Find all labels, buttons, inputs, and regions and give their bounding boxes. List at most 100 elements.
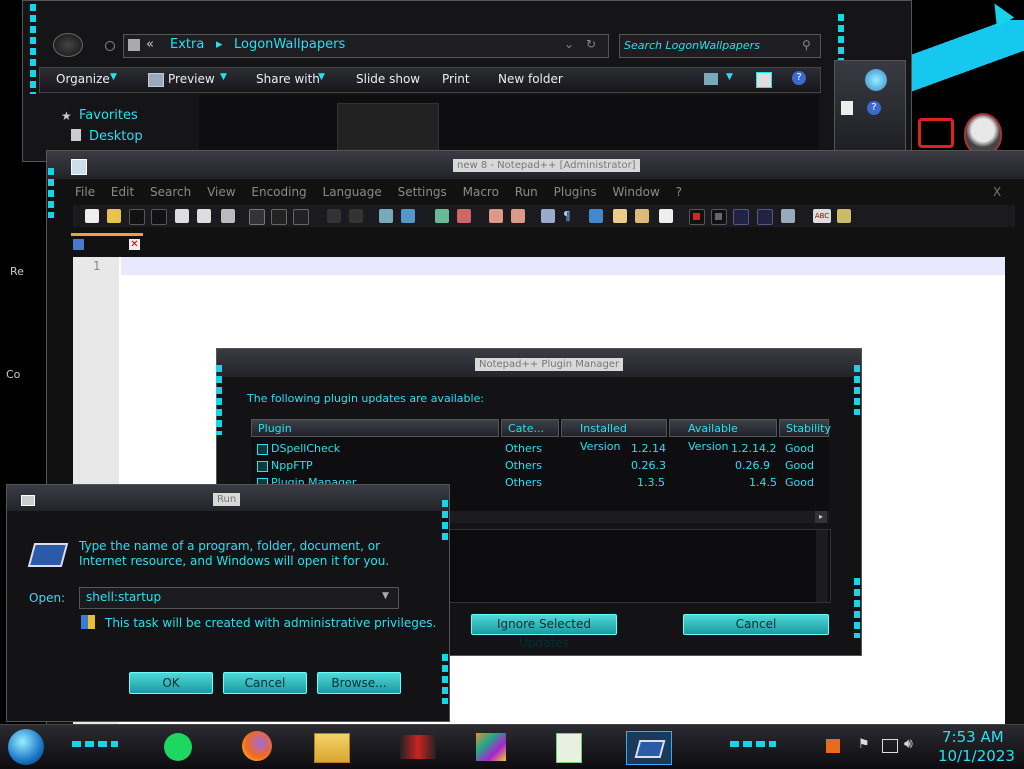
scroll-right-icon[interactable]: ▸ <box>815 511 827 523</box>
extra-shell-icon[interactable] <box>865 69 887 91</box>
notepad-tab[interactable]: ✕ <box>71 233 143 254</box>
volume-icon[interactable]: 🔊︎ <box>904 736 913 752</box>
run-macro-multiple-icon[interactable] <box>757 209 773 225</box>
column-header-plugin[interactable]: Plugin <box>251 419 499 437</box>
play-macro-icon[interactable] <box>733 209 749 225</box>
redo-icon[interactable] <box>349 209 363 223</box>
menu-file[interactable]: File <box>75 185 95 199</box>
save-icon[interactable] <box>129 209 145 225</box>
extra-help-icon[interactable]: ? <box>867 101 881 115</box>
share-with-button[interactable]: Share with <box>256 72 320 86</box>
run-cancel-button[interactable]: Cancel <box>223 672 307 694</box>
firefox-icon[interactable] <box>242 731 272 761</box>
plugin-checkbox[interactable] <box>257 444 268 455</box>
new-folder-button[interactable]: New folder <box>498 72 563 86</box>
menu-plugins[interactable]: Plugins <box>554 185 597 199</box>
search-icon[interactable]: ⚲ <box>802 38 811 52</box>
plugin-cancel-button[interactable]: Cancel <box>683 614 829 635</box>
address-bar[interactable]: « Extra ▸ LogonWallpapers ⌄ ↻ <box>123 34 609 58</box>
menu-help[interactable]: ? <box>676 185 682 199</box>
menu-run[interactable]: Run <box>515 185 538 199</box>
description-scrollbar[interactable] <box>816 530 828 602</box>
column-header-available[interactable]: Available Version <box>669 419 777 453</box>
preview-pane-icon[interactable] <box>756 72 772 88</box>
image-app-icon[interactable] <box>476 733 506 761</box>
sync-horizontal-icon[interactable] <box>511 209 525 223</box>
spellcheck-icon[interactable]: ABC <box>813 209 831 223</box>
replace-icon[interactable] <box>401 209 415 223</box>
close-all-icon[interactable] <box>197 209 211 223</box>
user-lang-icon[interactable] <box>613 209 627 223</box>
breadcrumb-overflow[interactable]: « <box>146 37 154 52</box>
preview-button[interactable]: Preview <box>168 72 215 86</box>
chevron-down-icon[interactable]: ▼ <box>382 591 389 601</box>
nav-desktop[interactable]: Desktop <box>89 129 143 144</box>
file-explorer-icon[interactable] <box>314 733 350 763</box>
notepadpp-taskbar-icon[interactable] <box>556 733 582 763</box>
show-all-chars-icon[interactable]: ¶ <box>563 209 577 223</box>
menu-settings[interactable]: Settings <box>398 185 447 199</box>
menu-view[interactable]: View <box>207 185 235 199</box>
menu-macro[interactable]: Macro <box>463 185 499 199</box>
chevron-down-icon[interactable]: ⌄ <box>564 37 574 51</box>
doc-map-icon[interactable] <box>635 209 649 223</box>
stop-macro-icon[interactable] <box>711 209 727 225</box>
search-input[interactable]: Search LogonWallpapers ⚲ <box>619 34 821 58</box>
paste-icon[interactable] <box>293 209 309 225</box>
zoom-out-icon[interactable] <box>457 209 471 223</box>
word-wrap-icon[interactable] <box>541 209 555 223</box>
open-combobox[interactable]: shell:startup ▼ <box>79 587 399 609</box>
refresh-icon[interactable]: ↻ <box>586 37 596 51</box>
indent-guide-icon[interactable] <box>589 209 603 223</box>
open-file-icon[interactable] <box>107 209 121 223</box>
explorer-selected-item[interactable] <box>337 103 439 155</box>
view-options-icon[interactable] <box>704 73 718 85</box>
tab-close-icon[interactable]: ✕ <box>129 239 140 250</box>
table-row[interactable]: NppFTP Others 0.26.3 0.26.9 Good <box>251 458 829 475</box>
slide-show-button[interactable]: Slide show <box>356 72 420 86</box>
nav-favorites[interactable]: Favorites <box>79 108 138 123</box>
sync-vertical-icon[interactable] <box>489 209 503 223</box>
network-icon[interactable] <box>882 739 898 753</box>
explorer-back-icon[interactable] <box>53 33 83 57</box>
copy-icon[interactable] <box>271 209 287 225</box>
action-center-flag-icon[interactable]: ⚑ <box>858 737 870 752</box>
open-input[interactable]: shell:startup <box>86 590 161 604</box>
menu-language[interactable]: Language <box>323 185 382 199</box>
menu-close-button[interactable]: X <box>993 185 1001 199</box>
print-button[interactable]: Print <box>442 72 470 86</box>
find-icon[interactable] <box>379 209 393 223</box>
breadcrumb-extra[interactable]: Extra <box>170 37 204 52</box>
alienware-app-icon[interactable] <box>400 735 436 759</box>
plugin-icon[interactable] <box>837 209 851 223</box>
explorer-forward-icon[interactable] <box>105 41 115 51</box>
browse-button[interactable]: Browse... <box>317 672 401 694</box>
new-file-icon[interactable] <box>85 209 99 223</box>
print-icon[interactable] <box>221 209 235 223</box>
menu-encoding[interactable]: Encoding <box>251 185 306 199</box>
close-file-icon[interactable] <box>175 209 189 223</box>
start-button-icon[interactable] <box>8 729 44 765</box>
breadcrumb-logonwallpapers[interactable]: LogonWallpapers <box>234 37 345 52</box>
organize-button[interactable]: Organize <box>56 72 110 86</box>
ok-button[interactable]: OK <box>129 672 213 694</box>
column-header-category[interactable]: Cate... <box>501 419 559 437</box>
column-header-stability[interactable]: Stability <box>779 419 831 437</box>
table-row[interactable]: DSpellCheck Others 1.2.14 1.2.14.2 Good <box>251 441 829 458</box>
plugin-checkbox[interactable] <box>257 461 268 472</box>
tray-app-icon[interactable] <box>826 739 840 753</box>
run-taskbar-icon[interactable] <box>626 731 672 765</box>
menu-window[interactable]: Window <box>612 185 659 199</box>
menu-search[interactable]: Search <box>150 185 191 199</box>
clock-date[interactable]: 10/1/2023 <box>938 747 1015 765</box>
clock-time[interactable]: 7:53 AM <box>942 728 1004 746</box>
menu-edit[interactable]: Edit <box>111 185 134 199</box>
undo-icon[interactable] <box>327 209 341 223</box>
extra-view-icon[interactable] <box>841 101 853 115</box>
function-list-icon[interactable] <box>659 209 673 223</box>
zoom-in-icon[interactable] <box>435 209 449 223</box>
ignore-selected-updates-button[interactable]: Ignore Selected Updates <box>471 614 617 650</box>
help-icon[interactable]: ? <box>792 71 806 85</box>
spotify-icon[interactable] <box>164 733 192 761</box>
record-macro-icon[interactable] <box>689 209 705 225</box>
